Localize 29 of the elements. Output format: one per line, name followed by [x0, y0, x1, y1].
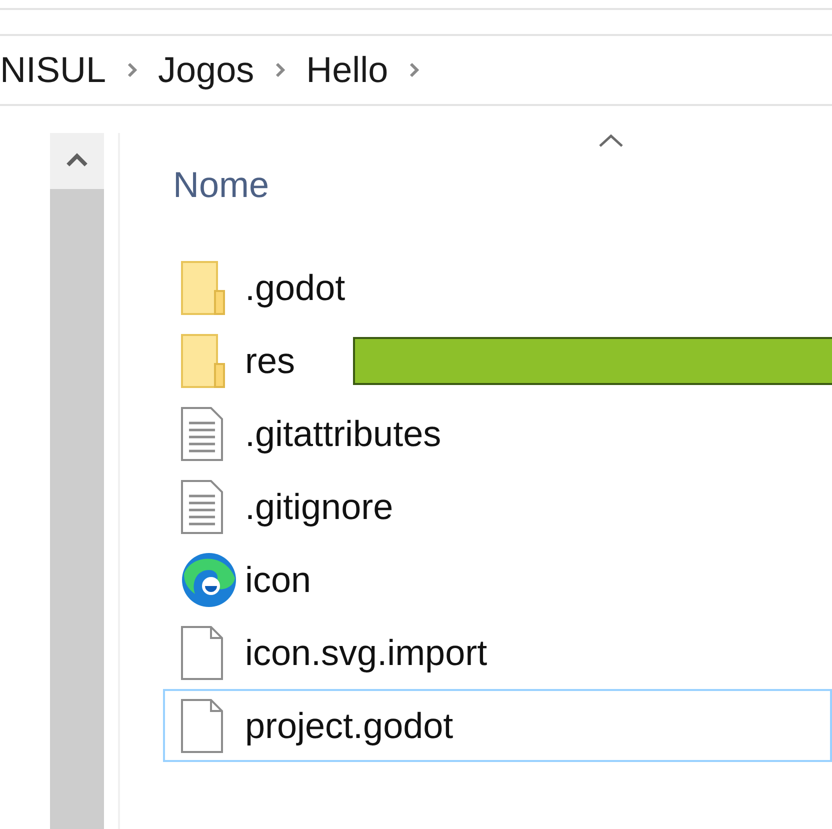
file-name: project.godot	[245, 704, 454, 748]
chevron-icon[interactable]	[408, 61, 420, 79]
chevron-icon[interactable]	[274, 61, 286, 79]
file-row[interactable]: .gitignore	[163, 470, 832, 543]
document-icon	[181, 698, 223, 752]
chevron-icon[interactable]	[126, 61, 138, 79]
file-name: res	[245, 338, 296, 382]
breadcrumb-item[interactable]: NISUL	[0, 43, 106, 97]
breadcrumb-item[interactable]: Hello	[306, 43, 388, 97]
folder-icon	[181, 334, 225, 388]
file-row[interactable]: res	[163, 324, 832, 397]
browser-logo-icon	[181, 552, 237, 608]
breadcrumb-item[interactable]: Jogos	[158, 43, 254, 97]
scrollbar-thumb[interactable]	[50, 189, 104, 829]
file-row[interactable]: project.godot	[163, 689, 832, 762]
folder-icon	[181, 260, 225, 314]
document-icon	[181, 626, 223, 680]
text-document-icon	[181, 480, 223, 534]
file-name: .godot	[245, 266, 346, 310]
text-document-icon	[181, 406, 223, 460]
file-row[interactable]: .gitattributes	[163, 397, 832, 470]
file-row[interactable]: icon	[163, 543, 832, 616]
file-row[interactable]: icon.svg.import	[163, 616, 832, 689]
file-name: .gitignore	[245, 484, 394, 528]
file-name: .gitattributes	[245, 412, 442, 456]
name-column-header[interactable]: Nome	[173, 158, 270, 206]
file-row[interactable]: .godot	[163, 251, 832, 324]
file-name: icon.svg.import	[245, 630, 488, 674]
file-name: icon	[245, 558, 312, 602]
